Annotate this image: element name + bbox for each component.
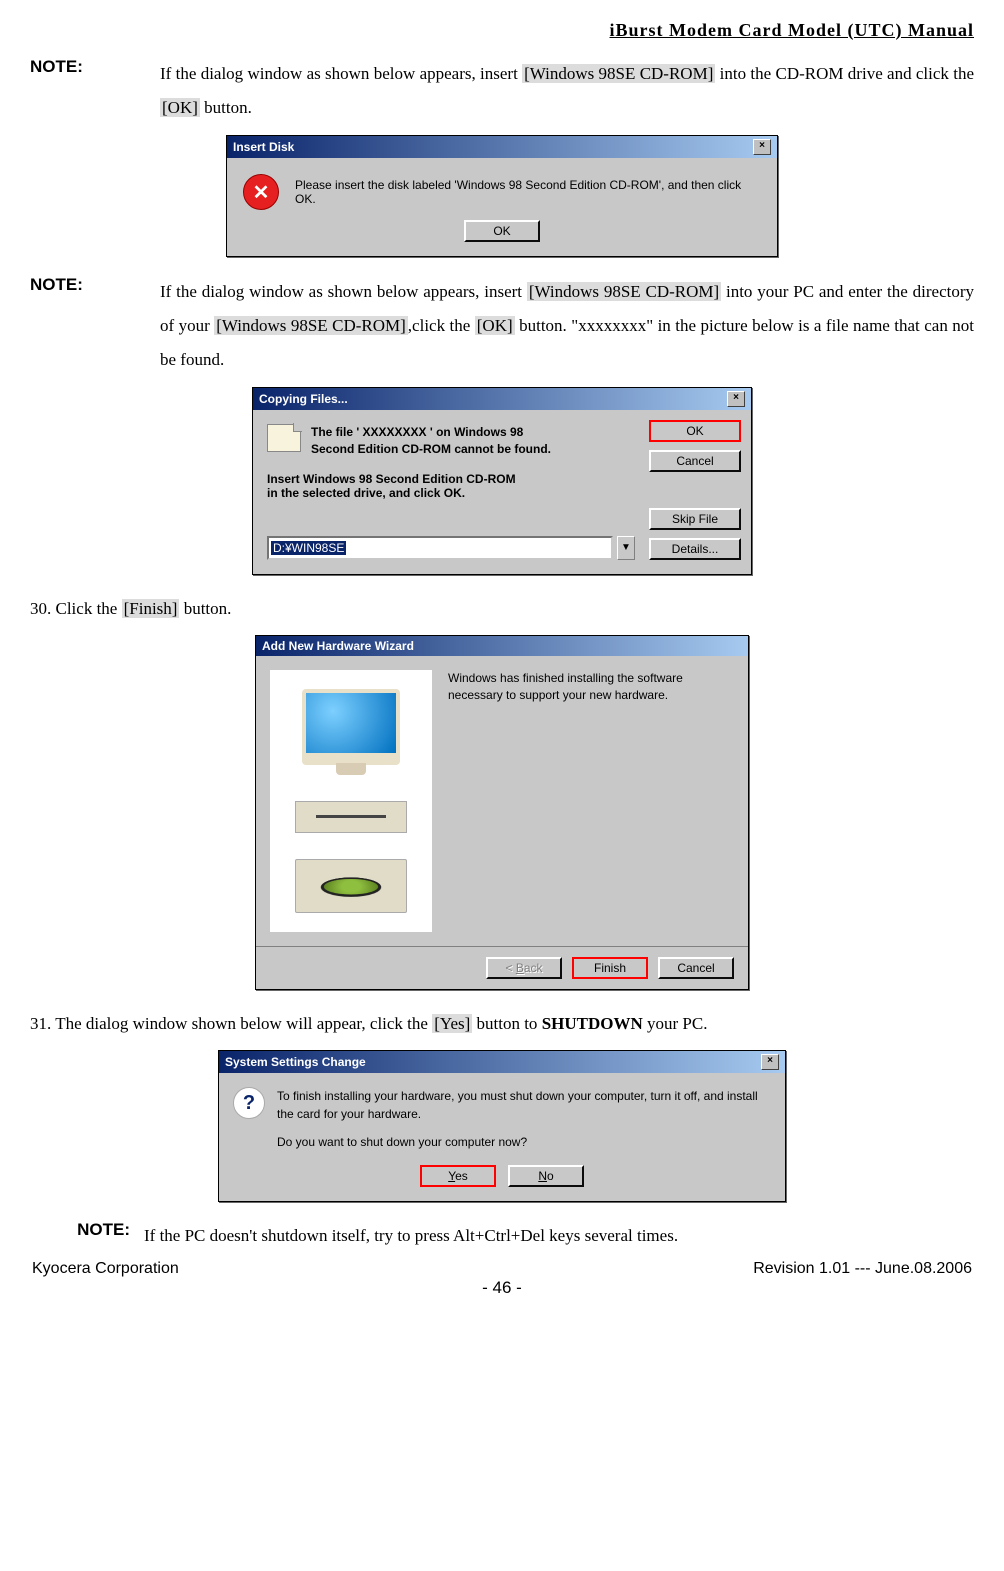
- insert-disk-titlebar: Insert Disk ×: [227, 136, 777, 158]
- copying-files-msg1b: Second Edition CD-ROM cannot be found.: [311, 441, 551, 458]
- note-3-body: If the PC doesn't shutdown itself, try t…: [144, 1220, 974, 1252]
- close-icon[interactable]: ×: [727, 391, 745, 407]
- copying-files-msg1a: The file ' XXXXXXXX ' on Windows 98: [311, 424, 551, 441]
- path-input[interactable]: D:¥WIN98SE: [267, 536, 613, 560]
- step-30-pre: 30. Click the: [30, 599, 122, 618]
- note-2-hl2: [Windows 98SE CD-ROM]: [214, 316, 408, 335]
- step-31-bold: SHUTDOWN: [542, 1014, 643, 1033]
- finish-button[interactable]: Finish: [572, 957, 648, 979]
- system-settings-titlebar: System Settings Change ×: [219, 1051, 785, 1073]
- note-1-hl1: [Windows 98SE CD-ROM]: [522, 64, 715, 83]
- note-2-pre: If the dialog window as shown below appe…: [160, 282, 527, 301]
- yes-button[interactable]: Yes: [420, 1165, 496, 1187]
- insert-disk-title: Insert Disk: [233, 140, 294, 154]
- copying-files-dialog: Copying Files... × The file ' XXXXXXXX '…: [252, 387, 752, 575]
- wizard-titlebar: Add New Hardware Wizard: [256, 636, 748, 656]
- file-icon: [267, 424, 301, 452]
- footer-left: Kyocera Corporation: [32, 1260, 179, 1278]
- step-31-hl: [Yes]: [432, 1014, 472, 1033]
- copying-files-msg2b: in the selected drive, and click OK.: [267, 486, 635, 500]
- step-31-post: your PC.: [643, 1014, 708, 1033]
- note-2-hl1: [Windows 98SE CD-ROM]: [527, 282, 721, 301]
- cancel-button[interactable]: Cancel: [649, 450, 741, 472]
- step-31-mid: button to: [472, 1014, 541, 1033]
- copying-files-title: Copying Files...: [259, 392, 348, 406]
- insert-disk-dialog: Insert Disk × ✕ Please insert the disk l…: [226, 135, 778, 257]
- skip-file-button[interactable]: Skip File: [649, 508, 741, 530]
- footer-right: Revision 1.01 --- June.08.2006: [753, 1260, 972, 1278]
- monitor-icon: [302, 689, 400, 765]
- cd-drive-icon: [295, 859, 407, 913]
- step-31-pre: 31. The dialog window shown below will a…: [30, 1014, 432, 1033]
- note-1-hl2: [OK]: [160, 98, 200, 117]
- note-3-label: NOTE:: [30, 1220, 144, 1252]
- error-icon: ✕: [243, 174, 279, 210]
- add-new-hardware-wizard-dialog: Add New Hardware Wizard Windows has fini…: [255, 635, 749, 990]
- step-31: 31. The dialog window shown below will a…: [30, 1008, 974, 1040]
- wizard-title: Add New Hardware Wizard: [262, 639, 414, 653]
- system-settings-title: System Settings Change: [225, 1055, 366, 1069]
- note-2-mid2: ,click the: [408, 316, 475, 335]
- page-footer: Kyocera Corporation Revision 1.01 --- Ju…: [30, 1260, 974, 1278]
- ok-button[interactable]: OK: [464, 220, 540, 242]
- note-1-pre: If the dialog window as shown below appe…: [160, 64, 522, 83]
- path-input-value: D:¥WIN98SE: [271, 541, 346, 555]
- no-button[interactable]: No: [508, 1165, 584, 1187]
- page-number: - 46 -: [30, 1278, 974, 1298]
- system-settings-msg2: Do you want to shut down your computer n…: [277, 1133, 771, 1151]
- ok-button[interactable]: OK: [649, 420, 741, 442]
- note-2-hl3: [OK]: [475, 316, 515, 335]
- note-1-body: If the dialog window as shown below appe…: [160, 57, 974, 125]
- note-2-body: If the dialog window as shown below appe…: [160, 275, 974, 377]
- system-settings-msg1: To finish installing your hardware, you …: [277, 1087, 771, 1123]
- insert-disk-message: Please insert the disk labeled 'Windows …: [295, 178, 761, 206]
- close-icon[interactable]: ×: [761, 1054, 779, 1070]
- wizard-graphic: [270, 670, 432, 932]
- copying-files-msg2a: Insert Windows 98 Second Edition CD-ROM: [267, 472, 635, 486]
- note-1-label: NOTE:: [30, 57, 160, 125]
- external-drive-icon: [295, 801, 407, 833]
- note-3: NOTE: If the PC doesn't shutdown itself,…: [30, 1220, 974, 1252]
- copying-files-titlebar: Copying Files... ×: [253, 388, 751, 410]
- system-settings-change-dialog: System Settings Change × ? To finish ins…: [218, 1050, 786, 1202]
- note-2: NOTE: If the dialog window as shown belo…: [30, 275, 974, 377]
- details-button[interactable]: Details...: [649, 538, 741, 560]
- note-1-mid: into the CD-ROM drive and click the: [715, 64, 974, 83]
- page-header-title: iBurst Modem Card Model (UTC) Manual: [30, 20, 974, 41]
- step-30: 30. Click the [Finish] button.: [30, 593, 974, 625]
- step-30-post: button.: [179, 599, 231, 618]
- cancel-button[interactable]: Cancel: [658, 957, 734, 979]
- note-1-post: button.: [200, 98, 252, 117]
- dropdown-arrow-icon[interactable]: ▼: [617, 536, 635, 560]
- back-button: < Back: [486, 957, 562, 979]
- note-2-label: NOTE:: [30, 275, 160, 377]
- close-icon[interactable]: ×: [753, 139, 771, 155]
- question-icon: ?: [233, 1087, 265, 1119]
- note-1: NOTE: If the dialog window as shown belo…: [30, 57, 974, 125]
- wizard-message: Windows has finished installing the soft…: [448, 670, 734, 932]
- step-30-hl: [Finish]: [122, 599, 180, 618]
